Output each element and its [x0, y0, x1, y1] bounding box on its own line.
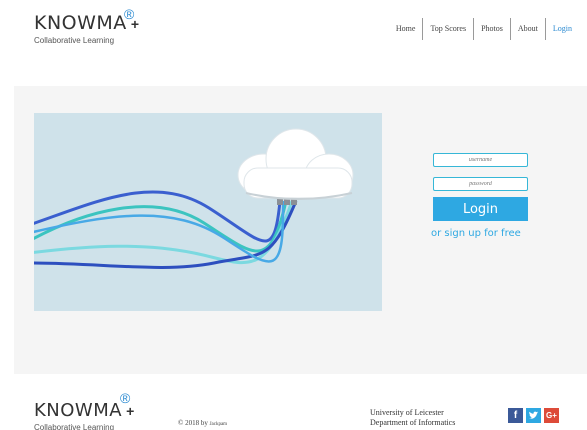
signup-link[interactable]: or sign up for free: [431, 228, 528, 239]
footer-brand-name: KNOWMA: [34, 400, 123, 421]
department-name: Department of Informatics: [370, 418, 456, 427]
brand-name: KNOWMA: [34, 12, 127, 34]
nav-about[interactable]: About: [511, 18, 545, 40]
footer-brand-logo[interactable]: KNOWMA + ® Collaborative Learning: [34, 390, 134, 430]
site-header: KNOWMA + ® Collaborative Learning Home To…: [0, 0, 587, 80]
brand-tagline: Collaborative Learning: [34, 36, 115, 45]
login-button[interactable]: Login: [433, 197, 528, 221]
username-input[interactable]: [433, 153, 528, 167]
password-input[interactable]: [433, 177, 528, 191]
copyright-label: © 2018 by: [178, 419, 208, 427]
brand-logo[interactable]: KNOWMA + ® Collaborative Learning: [34, 6, 139, 45]
footer-brand-tagline: Collaborative Learning: [34, 423, 115, 430]
main-nav: Home Top Scores Photos About Login: [389, 18, 579, 40]
twitter-icon[interactable]: [526, 408, 541, 423]
twitter-bird-glyph: [529, 411, 539, 419]
cloud-cables-image: [34, 113, 382, 311]
registered-mark: ®: [124, 6, 135, 22]
nav-top-scores[interactable]: Top Scores: [423, 18, 473, 40]
university-info: University of Leicester Department of In…: [370, 408, 455, 428]
google-plus-icon[interactable]: G+: [544, 408, 559, 423]
site-footer: KNOWMA + ® Collaborative Learning © 2018 …: [0, 380, 587, 430]
login-form: Login or sign up for free: [431, 148, 528, 239]
nav-photos[interactable]: Photos: [474, 18, 510, 40]
nav-login[interactable]: Login: [546, 18, 579, 40]
facebook-icon[interactable]: f: [508, 408, 523, 423]
hero-band: Login or sign up for free: [14, 86, 587, 374]
footer-registered-mark: ®: [120, 390, 131, 406]
author-link[interactable]: Jackpam: [210, 422, 228, 427]
university-name: University of Leicester: [370, 408, 444, 417]
cloud-illustration: [34, 113, 382, 311]
copyright-text: © 2018 by Jackpam: [178, 419, 227, 427]
social-links: f G+: [508, 408, 559, 423]
nav-home[interactable]: Home: [389, 18, 423, 40]
